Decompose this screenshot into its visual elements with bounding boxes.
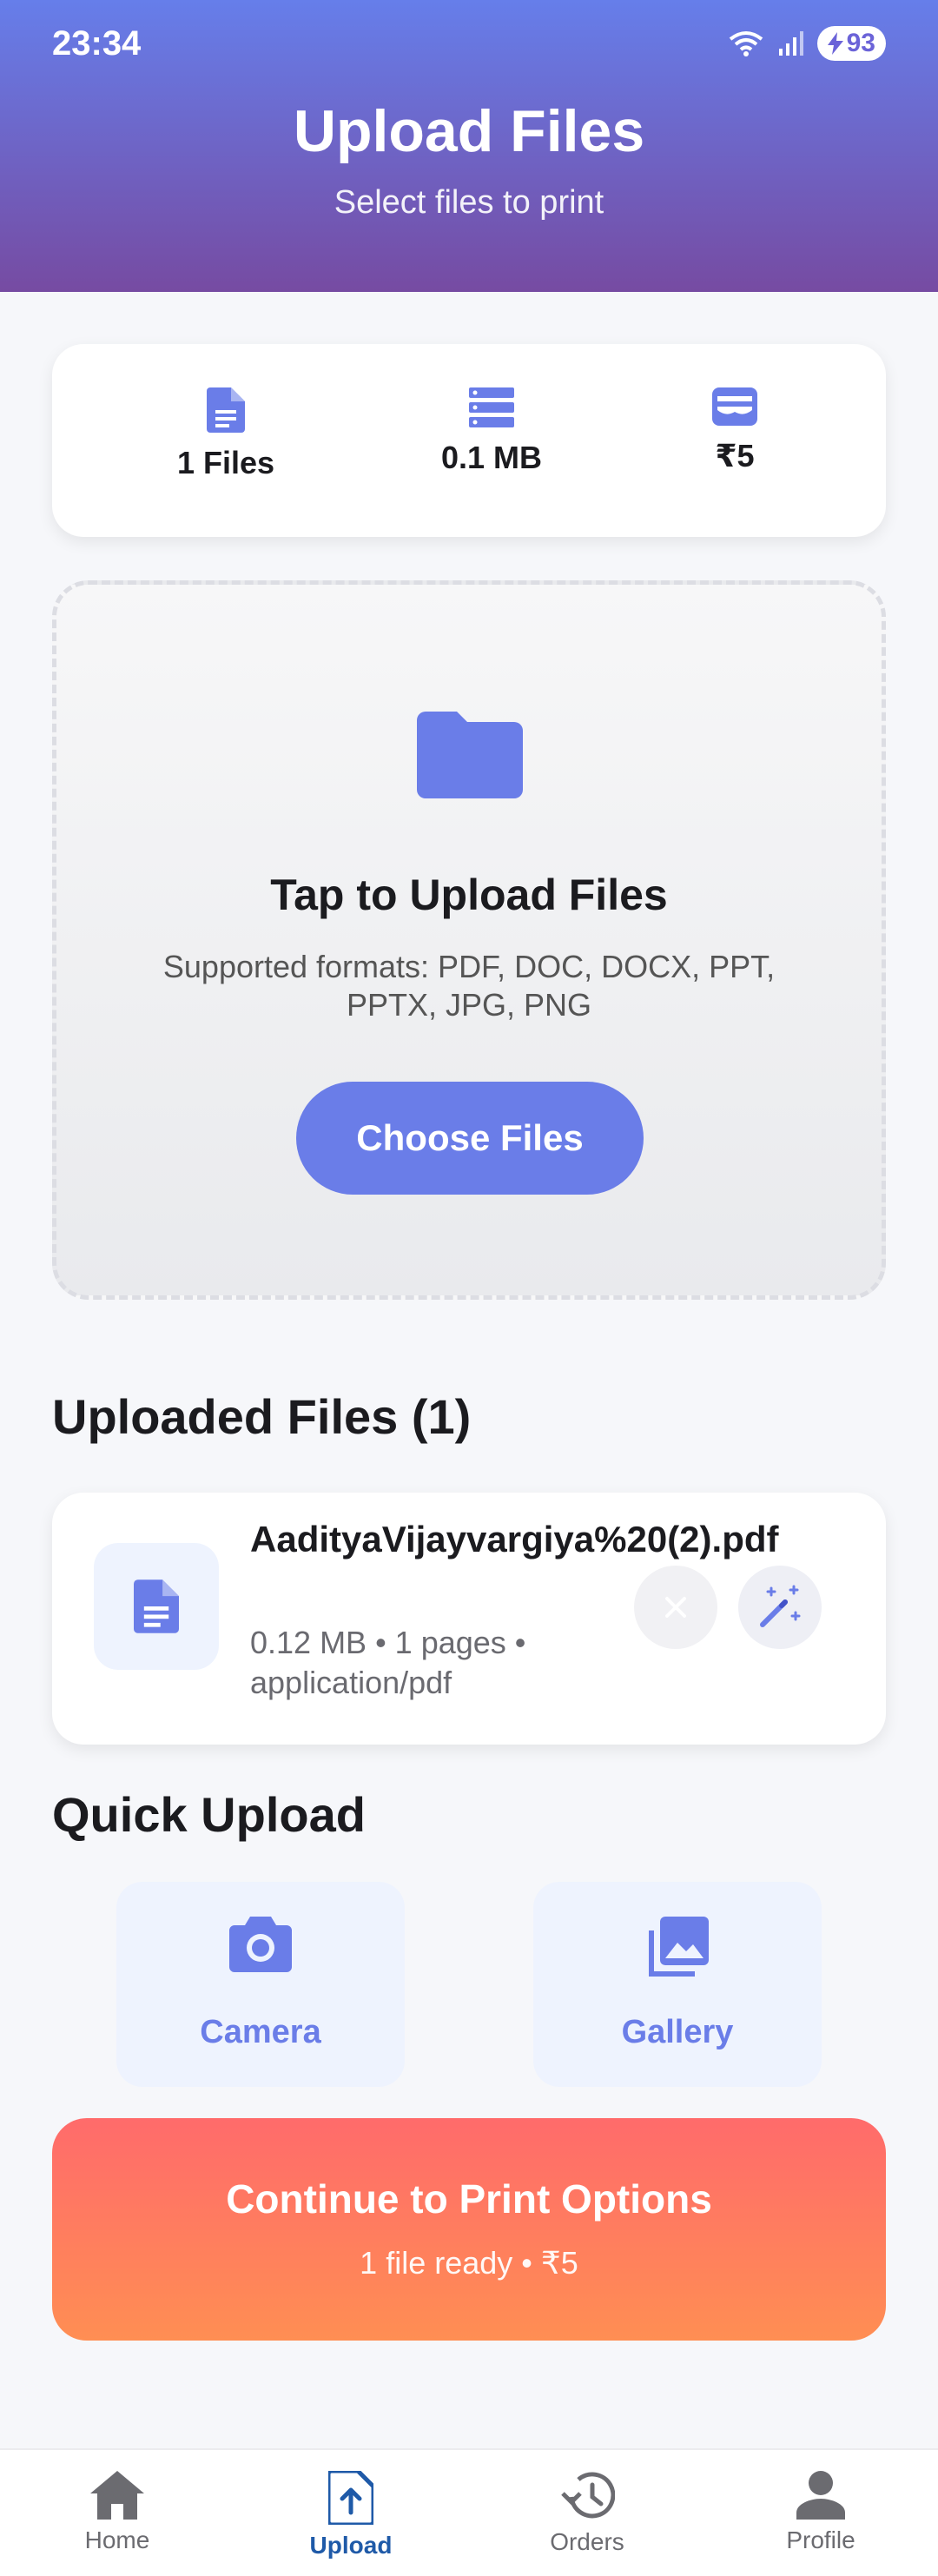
file-thumbnail [94,1543,219,1670]
remove-file-button[interactable] [634,1566,717,1649]
header: 23:34 93 Upload Files Select files to pr… [0,0,938,292]
stat-size-label: 0.1 MB [440,440,543,475]
upload-icon [328,2471,373,2525]
nav-orders-label: Orders [550,2528,624,2555]
stat-cost: ₹5 [631,387,839,474]
camera-label: Camera [200,2014,321,2050]
file-card[interactable]: AadityaVijayvargiya%20(2).pdf 0.12 MB • … [52,1493,886,1745]
wifi-icon [729,31,763,56]
signal-icon [778,31,803,56]
storage-icon [469,387,514,427]
nav-home-label: Home [84,2526,150,2553]
camera-upload-button[interactable]: Camera [116,1882,405,2087]
quick-upload-heading: Quick Upload [52,1787,366,1842]
history-icon [561,2472,615,2519]
stats-card: 1 Files 0.1 MB ₹5 [52,344,886,537]
stat-size: 0.1 MB [387,387,596,476]
uploaded-files-heading: Uploaded Files (1) [52,1389,472,1444]
enhance-file-button[interactable] [738,1566,822,1649]
status-icons: 93 [727,26,886,61]
file-meta: 0.12 MB • 1 pages • application/pdf [250,1625,526,1700]
stat-cost-label: ₹5 [715,438,755,473]
person-icon [796,2471,845,2520]
upload-title: Tap to Upload Files [270,871,668,919]
gallery-icon [649,1917,709,1977]
battery-indicator: 93 [816,26,886,61]
battery-level: 93 [846,29,875,57]
wallet-icon [712,387,757,426]
nav-profile-label: Profile [786,2526,855,2553]
choose-files-button[interactable]: Choose Files [296,1082,644,1195]
nav-orders[interactable]: Orders [500,2471,674,2556]
bottom-navigation: Home Upload Orders Profile [0,2448,938,2576]
stat-files: 1 Files [122,387,330,481]
supported-formats: Supported formats: PDF, DOC, DOCX, PPT, … [162,949,776,1023]
gallery-upload-button[interactable]: Gallery [533,1882,822,2087]
continue-subtitle: 1 file ready • ₹5 [360,2245,578,2281]
gallery-label: Gallery [621,2014,734,2050]
charging-icon [827,32,843,55]
status-time: 23:34 [52,24,142,63]
nav-upload-label: Upload [309,2532,393,2559]
home-icon [90,2471,144,2520]
folder-icon [417,712,523,798]
camera-icon [229,1917,292,1972]
upload-dropzone[interactable]: Tap to Upload Files Supported formats: P… [52,580,886,1300]
nav-profile[interactable]: Profile [734,2471,908,2554]
stat-files-label: 1 Files [176,445,275,480]
continue-title: Continue to Print Options [226,2176,712,2222]
status-bar: 23:34 93 [0,0,938,87]
magic-wand-icon [760,1585,801,1627]
nav-home[interactable]: Home [30,2471,204,2554]
page-subtitle: Select files to print [334,184,604,221]
file-name: AadityaVijayvargiya%20(2).pdf [250,1519,779,1560]
close-icon [665,1597,686,1618]
document-icon [207,387,245,433]
page-title: Upload Files [293,98,645,164]
document-icon [134,1579,179,1633]
continue-to-print-options-button[interactable]: Continue to Print Options 1 file ready •… [52,2118,886,2341]
nav-upload[interactable]: Upload [264,2471,438,2559]
